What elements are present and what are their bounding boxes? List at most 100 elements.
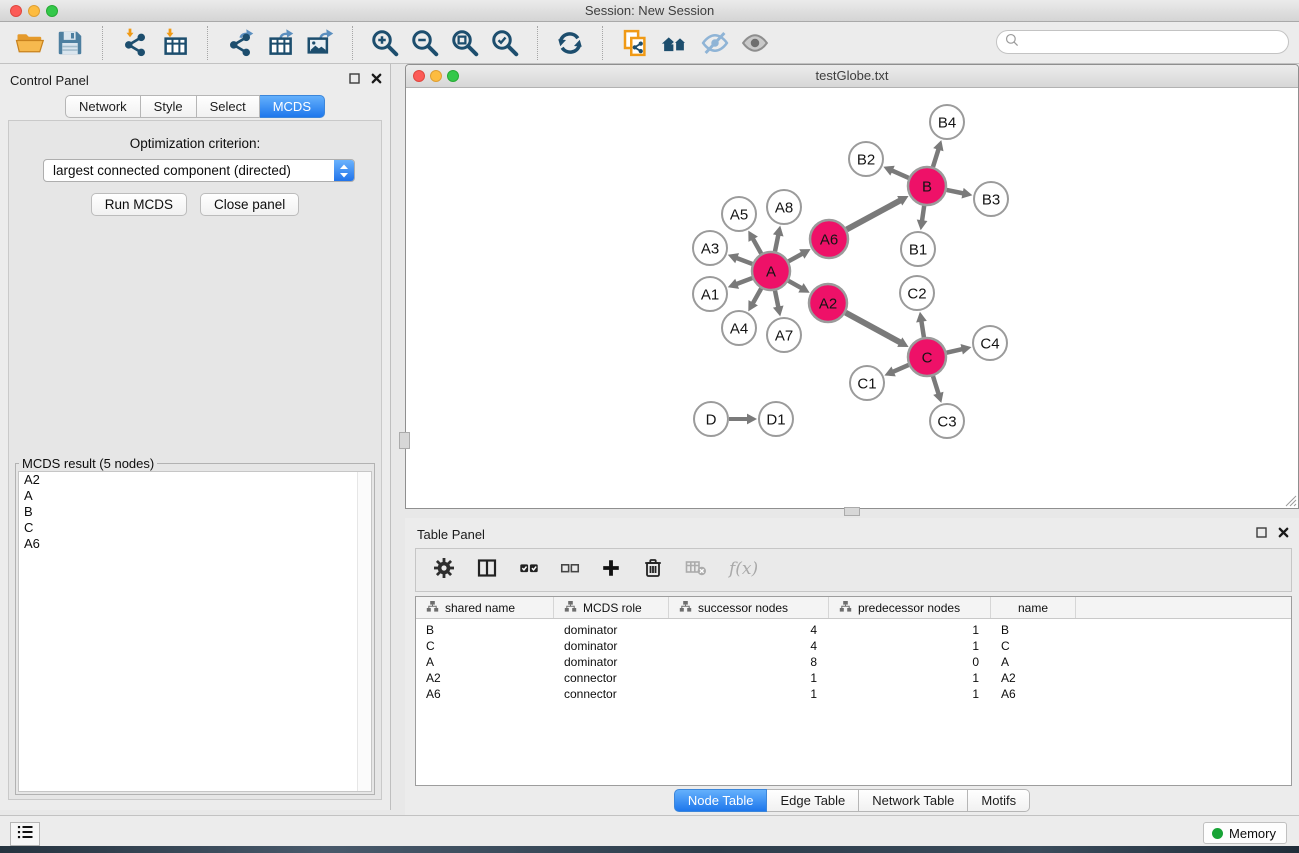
table-row-a2[interactable]: A2connector11A2 (416, 670, 1291, 686)
mcds-result-item[interactable]: A (19, 488, 371, 504)
list-scrollbar[interactable] (357, 472, 371, 791)
save-button[interactable] (53, 27, 87, 59)
refresh-button[interactable] (553, 27, 587, 59)
show-all-icon (740, 28, 770, 58)
graph-node-label: A6 (820, 231, 838, 248)
zoom-in-button[interactable] (368, 27, 402, 59)
tab-style[interactable]: Style (141, 95, 197, 118)
optimization-criterion-select[interactable]: largest connected component (directed) (43, 159, 355, 182)
table-toolbar: f(x) (415, 548, 1292, 592)
table-row-a[interactable]: Adominator80A (416, 654, 1291, 670)
graph-node-label: B4 (938, 114, 956, 131)
column-view-button[interactable] (475, 556, 499, 585)
toolbar-separator (602, 26, 603, 60)
run-mcds-button[interactable]: Run MCDS (91, 193, 187, 216)
cell: B (991, 623, 1076, 637)
resize-grip[interactable] (1283, 493, 1297, 507)
table-row-c[interactable]: Cdominator41C (416, 638, 1291, 654)
graph-node-label: A3 (701, 240, 719, 257)
open-button[interactable] (13, 27, 47, 59)
zoom-out-button[interactable] (408, 27, 442, 59)
float-panel-icon[interactable] (1256, 525, 1267, 543)
tab-motifs[interactable]: Motifs (968, 789, 1030, 812)
edge-arrowhead (933, 140, 943, 151)
cell: A2 (416, 671, 554, 685)
column-header-name[interactable]: name (991, 597, 1076, 618)
check-all-button[interactable] (518, 557, 540, 584)
tab-network-table[interactable]: Network Table (859, 789, 968, 812)
gear-button[interactable] (432, 556, 456, 585)
hide-selected-button[interactable] (698, 27, 732, 59)
tab-select[interactable]: Select (197, 95, 260, 118)
mcds-result-item[interactable]: A2 (19, 472, 371, 488)
edge-arrowhead (962, 188, 973, 199)
column-header-shared-name[interactable]: shared name (416, 597, 554, 618)
uncheck-all-button[interactable] (559, 557, 581, 584)
close-panel-icon[interactable] (1278, 525, 1289, 543)
check-all-icon (518, 557, 540, 584)
first-neighbors-button[interactable] (658, 27, 692, 59)
graph-node-label: A1 (701, 286, 719, 303)
duplicate-network-button[interactable] (618, 27, 652, 59)
column-header-successor-nodes[interactable]: successor nodes (669, 597, 829, 618)
horizontal-scroll-thumb[interactable] (844, 507, 860, 516)
tab-network[interactable]: Network (65, 95, 141, 118)
zoom-window-light[interactable] (46, 5, 58, 17)
show-all-button[interactable] (738, 27, 772, 59)
column-header-predecessor-nodes[interactable]: predecessor nodes (829, 597, 991, 618)
import-table-button[interactable] (158, 27, 192, 59)
export-table-button[interactable] (263, 27, 297, 59)
import-network-button[interactable] (118, 27, 152, 59)
toolbar-separator (207, 26, 208, 60)
zoom-selected-icon (490, 28, 520, 58)
network-minimize-light[interactable] (430, 70, 442, 82)
graph-node-label: C2 (907, 285, 926, 302)
cell: A (416, 655, 554, 669)
delete-column-icon (641, 556, 665, 585)
close-panel-icon[interactable] (371, 71, 382, 89)
graph-edge-A-A6 (789, 253, 804, 261)
tab-mcds[interactable]: MCDS (260, 95, 325, 118)
export-image-button[interactable] (303, 27, 337, 59)
task-history-button[interactable] (10, 822, 40, 846)
network-close-light[interactable] (413, 70, 425, 82)
search-input[interactable] (1020, 34, 1288, 51)
mcds-result-item[interactable]: A6 (19, 536, 371, 552)
search-box[interactable] (996, 30, 1289, 54)
minimize-window-light[interactable] (28, 5, 40, 17)
close-panel-button[interactable]: Close panel (200, 193, 299, 216)
cell: 1 (829, 623, 991, 637)
export-network-button[interactable] (223, 27, 257, 59)
hide-selected-icon (700, 28, 730, 58)
table-row-b[interactable]: Bdominator41B (416, 622, 1291, 638)
network-canvas[interactable]: B4B2BB3A5A8A6B1A3AC2A1A2A4A7C4CC1C3DD1 (406, 88, 1298, 508)
zoom-selected-button[interactable] (488, 27, 522, 59)
graph-edge-B-B3 (947, 190, 965, 194)
column-tree-icon (839, 600, 852, 616)
column-tree-icon (426, 600, 439, 616)
close-window-light[interactable] (10, 5, 22, 17)
delete-column-button[interactable] (641, 556, 665, 585)
desktop-background-strip (0, 846, 1299, 853)
memory-button[interactable]: Memory (1203, 822, 1287, 844)
list-icon (15, 822, 35, 847)
graph-edge-A-A4 (752, 288, 761, 304)
table-row-a6[interactable]: A6connector11A6 (416, 686, 1291, 702)
export-image-icon (305, 28, 335, 58)
zoom-fit-button[interactable] (448, 27, 482, 59)
tab-node-table[interactable]: Node Table (674, 789, 768, 812)
graph-node-label: B (922, 178, 932, 195)
delete-table-icon (684, 556, 708, 585)
cell: 1 (829, 671, 991, 685)
network-zoom-light[interactable] (447, 70, 459, 82)
graph-node-label: A7 (775, 327, 793, 344)
toolbar-separator (537, 26, 538, 60)
mcds-result-item[interactable]: C (19, 520, 371, 536)
tab-edge-table[interactable]: Edge Table (767, 789, 859, 812)
mcds-result-group: MCDS result (5 nodes) A2ABCA6 (15, 456, 375, 795)
vertical-scroll-thumb[interactable] (399, 432, 410, 449)
float-panel-icon[interactable] (349, 71, 360, 89)
mcds-result-item[interactable]: B (19, 504, 371, 520)
add-column-button[interactable] (600, 557, 622, 584)
column-header-mcds-role[interactable]: MCDS role (554, 597, 669, 618)
